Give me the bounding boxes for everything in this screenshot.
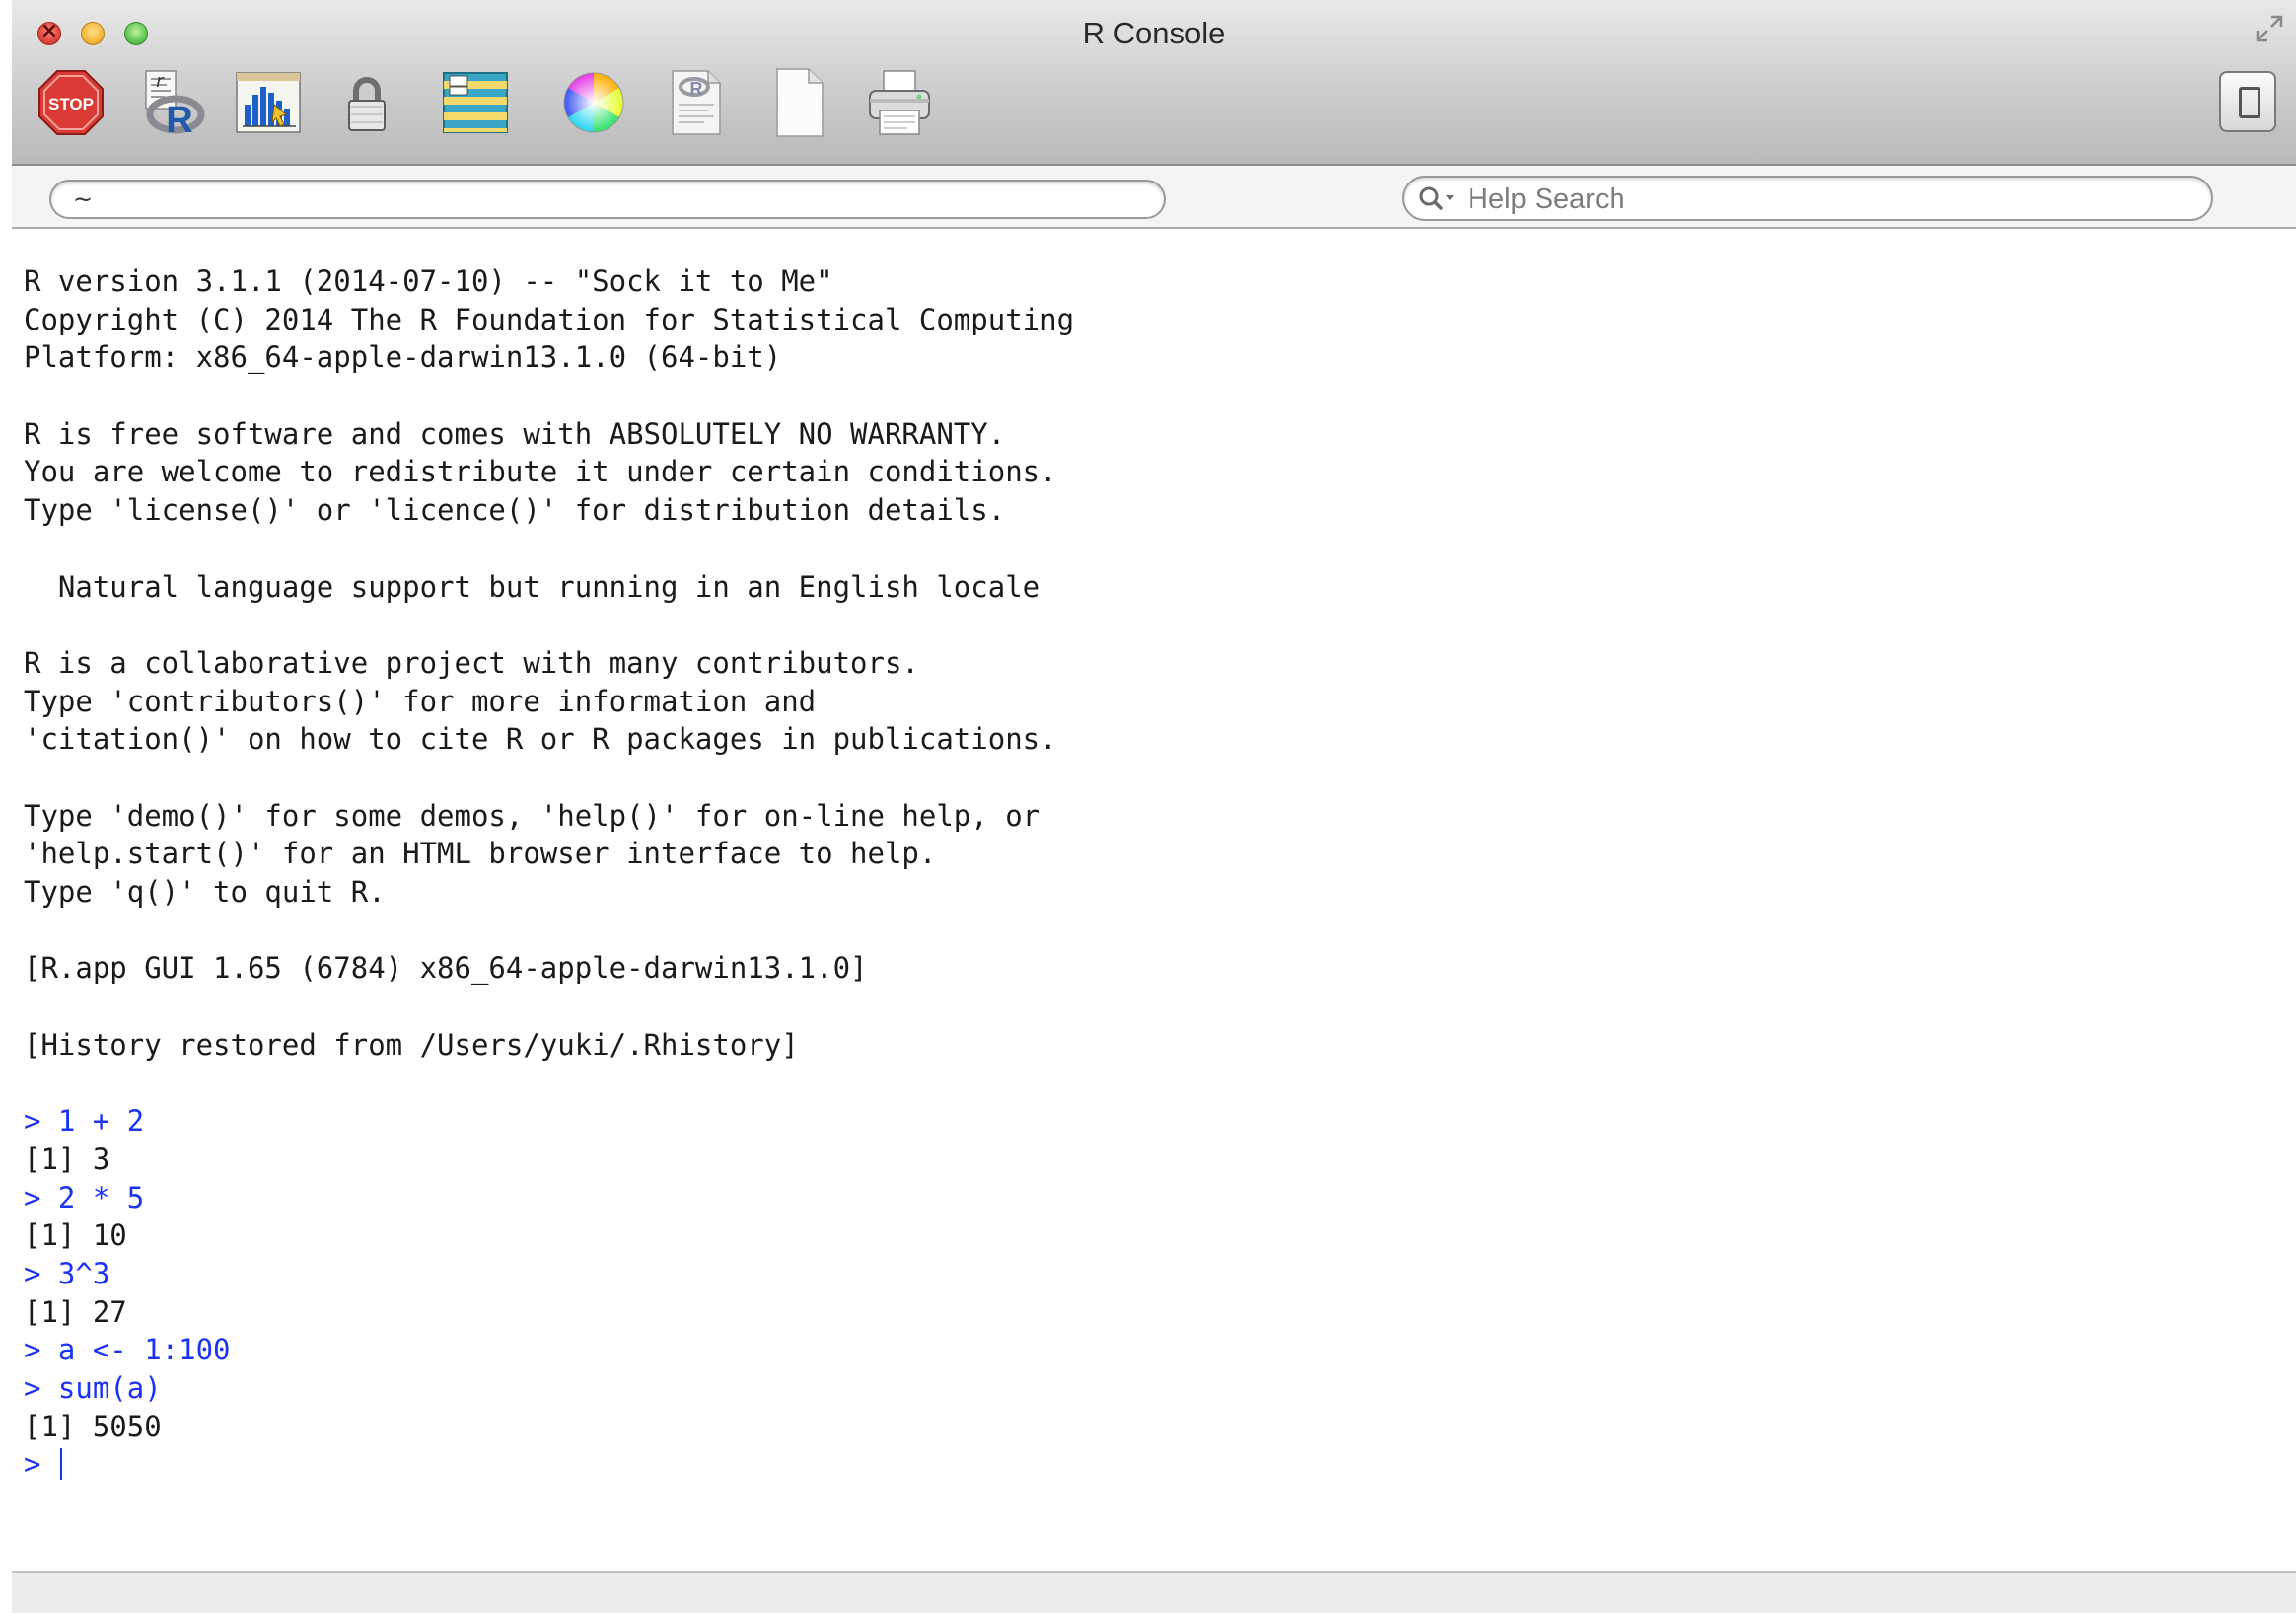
color-wheel-icon	[563, 72, 624, 133]
text-cursor	[59, 1448, 62, 1481]
source-script-icon: r R	[145, 70, 205, 141]
console-input-line: > a <- 1:100	[24, 1333, 231, 1367]
help-search-field[interactable]	[1402, 176, 2213, 221]
console-output-line: Type 'license()' or 'licence()' for dist…	[24, 493, 1006, 528]
new-document-button[interactable]	[761, 65, 836, 140]
stop-sign-icon: STOP	[38, 70, 104, 135]
console-output-line: 'citation()' on how to cite R or R packa…	[24, 722, 1057, 757]
console-output-line: 'help.start()' for an HTML browser inter…	[24, 837, 937, 871]
r-document-icon: R	[672, 70, 721, 135]
console-output-line: Type 'q()' to quit R.	[24, 875, 386, 909]
status-bar	[12, 1571, 2296, 1613]
console-input-line: > 2 * 5	[24, 1180, 145, 1214]
console-output-line: [R.app GUI 1.65 (6784) x86_64-apple-darw…	[24, 951, 868, 986]
console-output-line: Type 'contributors()' for more informati…	[24, 684, 817, 718]
source-script-button[interactable]: r R	[132, 65, 207, 141]
console-prompt: >	[24, 1447, 58, 1482]
console-input-line: > sum(a)	[24, 1370, 162, 1405]
show-workspace-button[interactable]	[438, 65, 513, 140]
window-title: R Console	[1082, 16, 1226, 50]
console-input-line: > 1 + 2	[24, 1104, 145, 1138]
console-output-line: You are welcome to redistribute it under…	[24, 455, 1057, 489]
search-icon[interactable]	[1418, 183, 1462, 213]
svg-text:R: R	[166, 100, 192, 140]
console-output-line: [1] 27	[24, 1294, 127, 1329]
help-search-input[interactable]	[1466, 182, 2199, 217]
printer-icon	[869, 70, 930, 135]
console-prompt-line[interactable]: >	[24, 1445, 2284, 1484]
console-output[interactable]: R version 3.1.1 (2014-07-10) -- "Sock it…	[12, 229, 2296, 1571]
console-output-line: [1] 3	[24, 1141, 110, 1176]
open-document-button[interactable]: R	[659, 65, 734, 140]
console-output-line: Type 'demo()' for some demos, 'help()' f…	[24, 798, 1040, 833]
console-output-line: Platform: x86_64-apple-darwin13.1.0 (64-…	[24, 340, 782, 375]
set-colors-button[interactable]	[556, 65, 631, 140]
blank-document-icon	[776, 68, 824, 137]
console-output-line: Copyright (C) 2014 The R Foundation for …	[24, 302, 1075, 336]
data-table-icon	[443, 72, 508, 133]
working-directory-field[interactable]	[49, 180, 1166, 219]
search-row	[12, 166, 2296, 229]
stop-label: STOP	[48, 95, 94, 113]
r-console-window: R Console STOP r R	[12, 0, 2296, 1613]
fullscreen-icon[interactable]	[2255, 14, 2284, 43]
console-output-line: [1] 10	[24, 1218, 127, 1253]
console-output-line: Natural language support but running in …	[24, 569, 1040, 604]
authorize-button[interactable]	[329, 65, 404, 140]
title-toolbar: R Console STOP r R	[12, 0, 2296, 166]
console-output-line: [History restored from /Users/yuki/.Rhis…	[24, 1027, 799, 1062]
toggle-toolbar-button[interactable]	[2219, 71, 2276, 132]
quartz-plot-button[interactable]	[231, 65, 306, 140]
quartz-plot-icon	[236, 72, 301, 133]
console-input-line: > 3^3	[24, 1256, 110, 1290]
console-output-line: [1] 5050	[24, 1409, 162, 1443]
console-output-line: R version 3.1.1 (2014-07-10) -- "Sock it…	[24, 264, 833, 298]
svg-text:R: R	[690, 79, 703, 99]
console-output-line: R is free software and comes with ABSOLU…	[24, 416, 1006, 451]
lock-icon	[348, 77, 386, 131]
stop-button[interactable]: STOP	[34, 65, 108, 140]
print-button[interactable]	[862, 65, 937, 140]
toolbar-toggle-icon	[2239, 87, 2260, 118]
console-output-line: R is a collaborative project with many c…	[24, 645, 919, 680]
